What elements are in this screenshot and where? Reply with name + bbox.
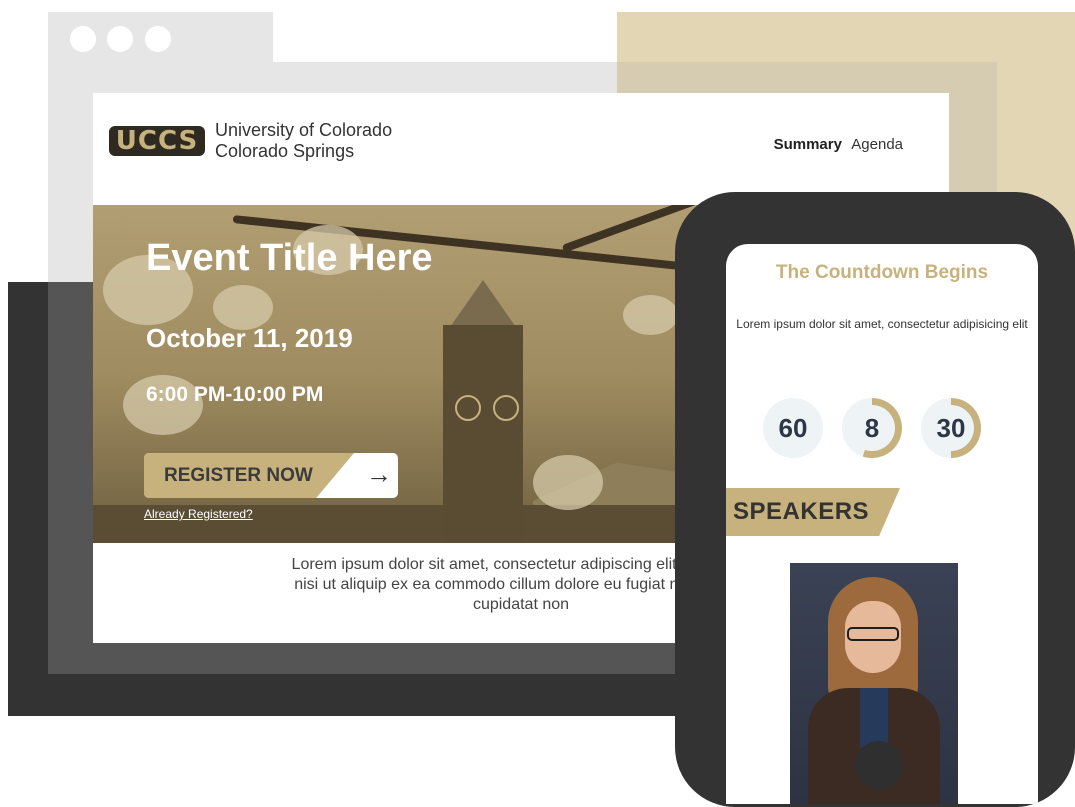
home-button-icon[interactable] [855, 741, 903, 789]
countdown-value: 8 [849, 405, 895, 451]
speakers-heading: SPEAKERS [726, 488, 900, 536]
blossom-cluster [623, 295, 678, 335]
clock-face-icon [455, 395, 481, 421]
blossom-cluster [533, 455, 603, 510]
event-time: 6:00 PM-10:00 PM [146, 383, 324, 406]
nav-agenda[interactable]: Agenda [851, 136, 903, 153]
register-button-label: REGISTER NOW [164, 465, 313, 486]
speaker-shirt [860, 688, 888, 748]
event-title: Event Title Here [146, 237, 433, 279]
countdown-timer: 8 [842, 398, 902, 458]
countdown-value: 30 [928, 405, 974, 451]
university-name-line1: University of Colorado [215, 120, 393, 140]
already-registered-link[interactable]: Already Registered? [144, 507, 253, 521]
countdown-subtitle: Lorem ipsum dolor sit amet, consectetur … [736, 317, 1028, 331]
register-now-button[interactable]: REGISTER NOW → [144, 453, 398, 498]
countdown-timer: 30 [921, 398, 981, 458]
window-control-dot[interactable] [70, 26, 96, 52]
uccs-logo[interactable]: UCCS [109, 126, 205, 156]
clock-face-icon [493, 395, 519, 421]
speaker-photo[interactable] [790, 563, 958, 804]
nav-summary[interactable]: Summary [774, 136, 842, 153]
arrow-right-icon: → [366, 459, 392, 489]
countdown-value: 60 [770, 405, 816, 451]
window-control-dot[interactable] [145, 26, 171, 52]
university-name-line2: Colorado Springs [215, 141, 355, 161]
countdown-timer: 60 [763, 398, 823, 458]
top-nav: Summary Agenda [774, 136, 903, 153]
phone-mockup: The Countdown Begins Lorem ipsum dolor s… [675, 192, 1075, 807]
clock-tower [443, 325, 523, 543]
countdown-title: The Countdown Begins [775, 262, 989, 283]
speakers-label: SPEAKERS [733, 498, 870, 525]
event-date: October 11, 2019 [146, 323, 353, 353]
page-header: UCCS University of Colorado Colorado Spr… [93, 93, 949, 205]
phone-screen: The Countdown Begins Lorem ipsum dolor s… [726, 244, 1038, 804]
speaker-glasses [847, 627, 899, 641]
clock-tower-roof [448, 280, 518, 330]
university-name: University of Colorado Colorado Springs [215, 120, 392, 162]
window-control-dot[interactable] [107, 26, 133, 52]
